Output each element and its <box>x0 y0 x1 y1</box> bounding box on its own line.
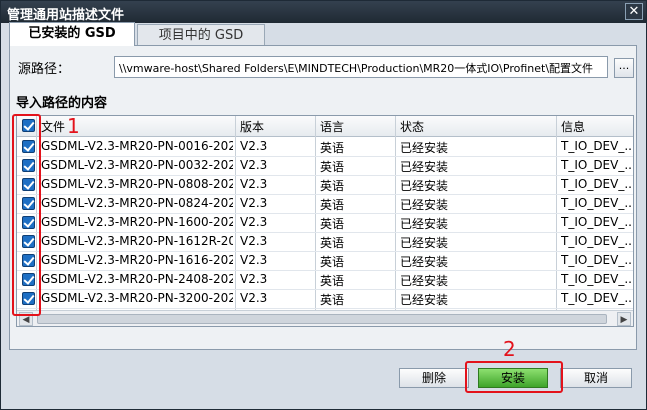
cell-file: GSDML-V2.3-MR20-PN-0824-2024... <box>41 196 233 210</box>
window-title: 管理通用站描述文件 <box>7 8 125 23</box>
source-path-field[interactable]: \\vmware-host\Shared Folders\E\MINDTECH\… <box>114 56 608 78</box>
column-header-language[interactable]: 语言 <box>320 118 344 135</box>
table-row[interactable]: GSDML-V2.3-MR20-PN-1600-2024... V2.3 英语 已经安… <box>17 213 633 233</box>
cell-version: V2.3 <box>240 177 268 191</box>
cell-language: 英语 <box>320 160 345 174</box>
cell-info: T_IO_DEV_... <box>561 215 631 229</box>
table-row[interactable]: GSDML-V2.3-MR20-PN-1616-2024... V2.3 英语 已经安… <box>17 251 633 271</box>
cell-info: T_IO_DEV_... <box>561 253 631 267</box>
cell-version: V2.3 <box>240 215 268 229</box>
cell-file: GSDML-V2.3-MR20-PN-0808-2024... <box>41 177 233 191</box>
cancel-button[interactable]: 取消 <box>560 368 632 388</box>
cell-status: 已经安装 <box>400 236 449 250</box>
cell-file: GSDML-V2.3-MR20-PN-0016-2024... <box>41 139 233 153</box>
title-bar: 管理通用站描述文件 ✕ <box>1 1 646 23</box>
cell-version: V2.3 <box>240 234 268 248</box>
cell-language: 英语 <box>320 141 345 155</box>
annotation-number-1: 1 <box>67 114 80 138</box>
source-path-label: 源路径： <box>18 62 71 77</box>
horizontal-scrollbar[interactable]: ◀ ▶ <box>17 310 633 326</box>
column-header-file[interactable]: 文件 <box>41 118 65 135</box>
cell-version: V2.3 <box>240 253 268 267</box>
cell-language: 英语 <box>320 217 345 231</box>
cell-info: T_IO_DEV_... <box>561 272 631 286</box>
cell-info: T_IO_DEV_... <box>561 139 631 153</box>
browse-button[interactable]: ... <box>614 58 634 78</box>
cell-version: V2.3 <box>240 272 268 286</box>
cell-file: GSDML-V2.3-MR20-PN-1616-2024... <box>41 253 233 267</box>
cell-status: 已经安装 <box>400 141 449 155</box>
cell-version: V2.3 <box>240 139 268 153</box>
scroll-right-icon[interactable]: ▶ <box>617 312 631 326</box>
gsd-table: 文件 版本 语言 状态 信息 GSDML-V2.3-MR20-PN-0016-2… <box>16 115 634 327</box>
column-header-info[interactable]: 信息 <box>561 118 585 135</box>
cell-language: 英语 <box>320 198 345 212</box>
cell-version: V2.3 <box>240 291 268 305</box>
cell-info: T_IO_DEV_... <box>561 234 631 248</box>
cell-version: V2.3 <box>240 158 268 172</box>
table-row[interactable]: GSDML-V2.3-MR20-PN-3200-2024... V2.3 英语 已经安… <box>17 289 633 309</box>
cell-info: T_IO_DEV_... <box>561 291 631 305</box>
cell-file: GSDML-V2.3-MR20-PN-3200-2024... <box>41 291 233 305</box>
cell-info: T_IO_DEV_... <box>561 177 631 191</box>
cell-file: GSDML-V2.3-MR20-PN-0032-2024... <box>41 158 233 172</box>
table-row[interactable]: GSDML-V2.3-MR20-PN-0032-2024... V2.3 英语 已经安… <box>17 156 633 176</box>
cell-status: 已经安装 <box>400 293 449 307</box>
cell-file: GSDML-V2.3-MR20-PN-2408-2024... <box>41 272 233 286</box>
delete-button[interactable]: 删除 <box>399 368 469 388</box>
table-row[interactable]: GSDML-V2.3-MR20-PN-0808-2024... V2.3 英语 已经安… <box>17 175 633 195</box>
cell-language: 英语 <box>320 293 345 307</box>
cell-status: 已经安装 <box>400 255 449 269</box>
annotation-number-2: 2 <box>503 337 516 361</box>
cell-file: GSDML-V2.3-MR20-PN-1600-2024... <box>41 215 233 229</box>
tab-installed-gsd[interactable]: 已安装的 GSD <box>9 22 135 46</box>
cell-language: 英语 <box>320 179 345 193</box>
cell-info: T_IO_DEV_... <box>561 196 631 210</box>
column-header-version[interactable]: 版本 <box>240 118 264 135</box>
section-title: 导入路径的内容 <box>16 96 108 111</box>
column-header-status[interactable]: 状态 <box>400 118 424 135</box>
table-row[interactable]: GSDML-V2.3-MR20-PN-2408-2024... V2.3 英语 已经安… <box>17 270 633 290</box>
scroll-thumb[interactable] <box>37 314 607 324</box>
cell-status: 已经安装 <box>400 274 449 288</box>
cell-version: V2.3 <box>240 196 268 210</box>
annotation-box-checkboxes <box>12 114 41 316</box>
table-row[interactable]: GSDML-V2.3-MR20-PN-0824-2024... V2.3 英语 已经安… <box>17 194 633 214</box>
cell-language: 英语 <box>320 236 345 250</box>
cell-language: 英语 <box>320 274 345 288</box>
cell-status: 已经安装 <box>400 160 449 174</box>
cell-status: 已经安装 <box>400 179 449 193</box>
cell-status: 已经安装 <box>400 198 449 212</box>
cell-file: GSDML-V2.3-MR20-PN-1612R-202... <box>41 234 233 248</box>
table-header: 文件 版本 语言 状态 信息 <box>17 116 633 137</box>
close-button[interactable]: ✕ <box>625 3 643 20</box>
annotation-box-install <box>465 361 563 393</box>
cell-language: 英语 <box>320 255 345 269</box>
tab-project-gsd[interactable]: 项目中的 GSD <box>137 24 265 46</box>
cell-status: 已经安装 <box>400 217 449 231</box>
table-row[interactable]: GSDML-V2.3-MR20-PN-0016-2024... V2.3 英语 已经安… <box>17 137 633 157</box>
cell-info: T_IO_DEV_... <box>561 158 631 172</box>
table-row[interactable]: GSDML-V2.3-MR20-PN-1612R-202... V2.3 英语 已经安… <box>17 232 633 252</box>
